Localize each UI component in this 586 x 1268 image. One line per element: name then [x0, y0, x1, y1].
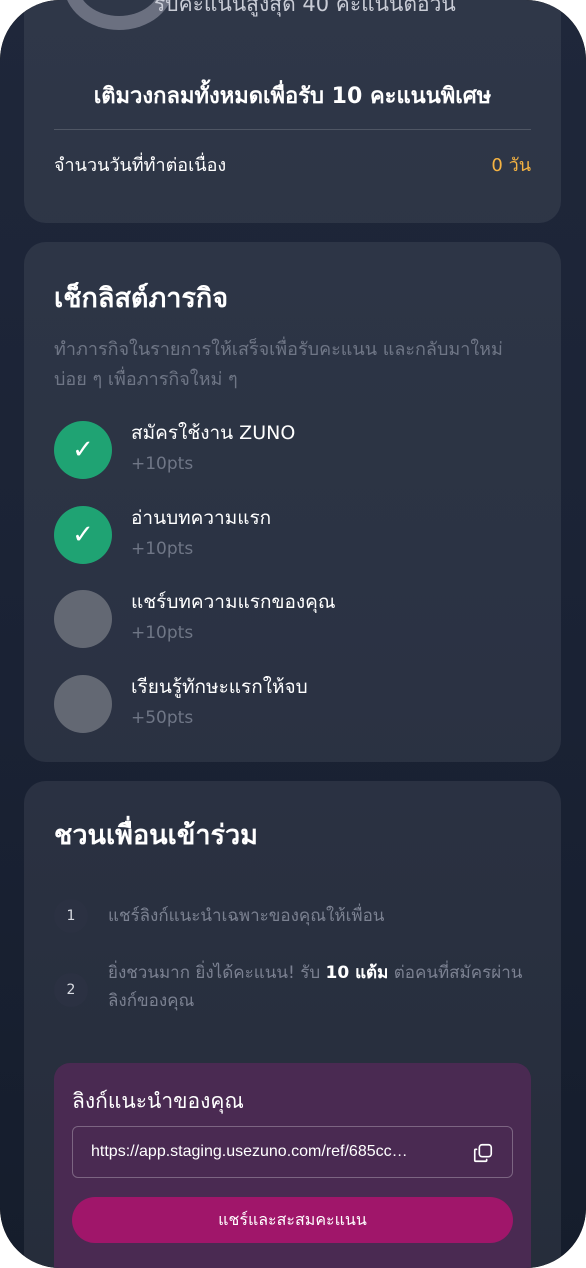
task-points: +10pts — [131, 623, 194, 643]
checklist-description: ทำภารกิจในรายการให้เสร็จเพื่อรับคะแนน แล… — [54, 339, 503, 390]
referral-url: https://app.staging.usezuno.com/ref/685c… — [91, 1143, 408, 1160]
task-item[interactable]: แชร์บทความแรกของคุณ +10pts — [54, 587, 534, 649]
divider — [54, 129, 531, 130]
task-points: +10pts — [131, 454, 194, 474]
streak-label: จำนวนวันที่ทำต่อเนื่อง — [54, 155, 227, 176]
step-number: 2 — [54, 973, 88, 1007]
phone-frame: รับคะแนนสูงสุด 40 คะแนนต่อวัน เติมวงกลมท… — [0, 0, 586, 1268]
task-item[interactable]: ✓ สมัครใช้งาน ZUNO +10pts — [54, 418, 534, 480]
task-points: +50pts — [131, 708, 194, 728]
invite-title: ชวนเพื่อนเข้าร่วม — [54, 820, 258, 851]
invite-card: ชวนเพื่อนเข้าร่วม 1 แชร์ลิงก์แนะนำเฉพาะข… — [24, 781, 561, 1268]
step-text-before: ยิ่งชวนมาก ยิ่งได้คะแนน! รับ — [108, 963, 326, 983]
referral-link-field[interactable]: https://app.staging.usezuno.com/ref/685c… — [72, 1126, 513, 1178]
step-text: แชร์ลิงก์แนะนำเฉพาะของคุณให้เพื่อน — [108, 906, 385, 926]
step-number: 1 — [54, 899, 88, 933]
streak-card: รับคะแนนสูงสุด 40 คะแนนต่อวัน เติมวงกลมท… — [24, 0, 561, 223]
task-check-icon: ✓ — [54, 421, 112, 479]
step-points-highlight: 10 แต้ม — [325, 963, 389, 983]
referral-box: ลิงก์แนะนำของคุณ https://app.staging.use… — [54, 1063, 531, 1268]
task-points: +10pts — [131, 539, 194, 559]
task-label: สมัครใช้งาน ZUNO — [131, 422, 296, 444]
step-text: ยิ่งชวนมาก ยิ่งได้คะแนน! รับ 10 แต้ม ต่อ… — [108, 959, 528, 1015]
share-and-earn-button[interactable]: แชร์และสะสมคะแนน — [72, 1197, 513, 1243]
bonus-title: เติมวงกลมทั้งหมดเพื่อรับ 10 คะแนนพิเศษ — [93, 84, 492, 109]
task-item[interactable]: เรียนรู้ทักษะแรกให้จบ +50pts — [54, 672, 534, 734]
daily-max-text: รับคะแนนสูงสุด 40 คะแนนต่อวัน — [154, 0, 456, 16]
task-label: อ่านบทความแรก — [131, 507, 272, 529]
referral-title: ลิงก์แนะนำของคุณ — [72, 1089, 244, 1113]
task-empty-circle-icon — [54, 590, 112, 648]
screen: รับคะแนนสูงสุด 40 คะแนนต่อวัน เติมวงกลมท… — [0, 0, 586, 1268]
checklist-title: เช็กลิสต์ภารกิจ — [54, 283, 229, 314]
copy-icon[interactable] — [472, 1142, 494, 1164]
task-empty-circle-icon — [54, 675, 112, 733]
task-item[interactable]: ✓ อ่านบทความแรก +10pts — [54, 503, 534, 565]
task-label: แชร์บทความแรกของคุณ — [131, 591, 336, 613]
task-check-icon: ✓ — [54, 506, 112, 564]
task-label: เรียนรู้ทักษะแรกให้จบ — [131, 676, 308, 698]
checklist-card: เช็กลิสต์ภารกิจ ทำภารกิจในรายการให้เสร็จ… — [24, 242, 561, 762]
streak-value: 0 วัน — [491, 155, 531, 176]
